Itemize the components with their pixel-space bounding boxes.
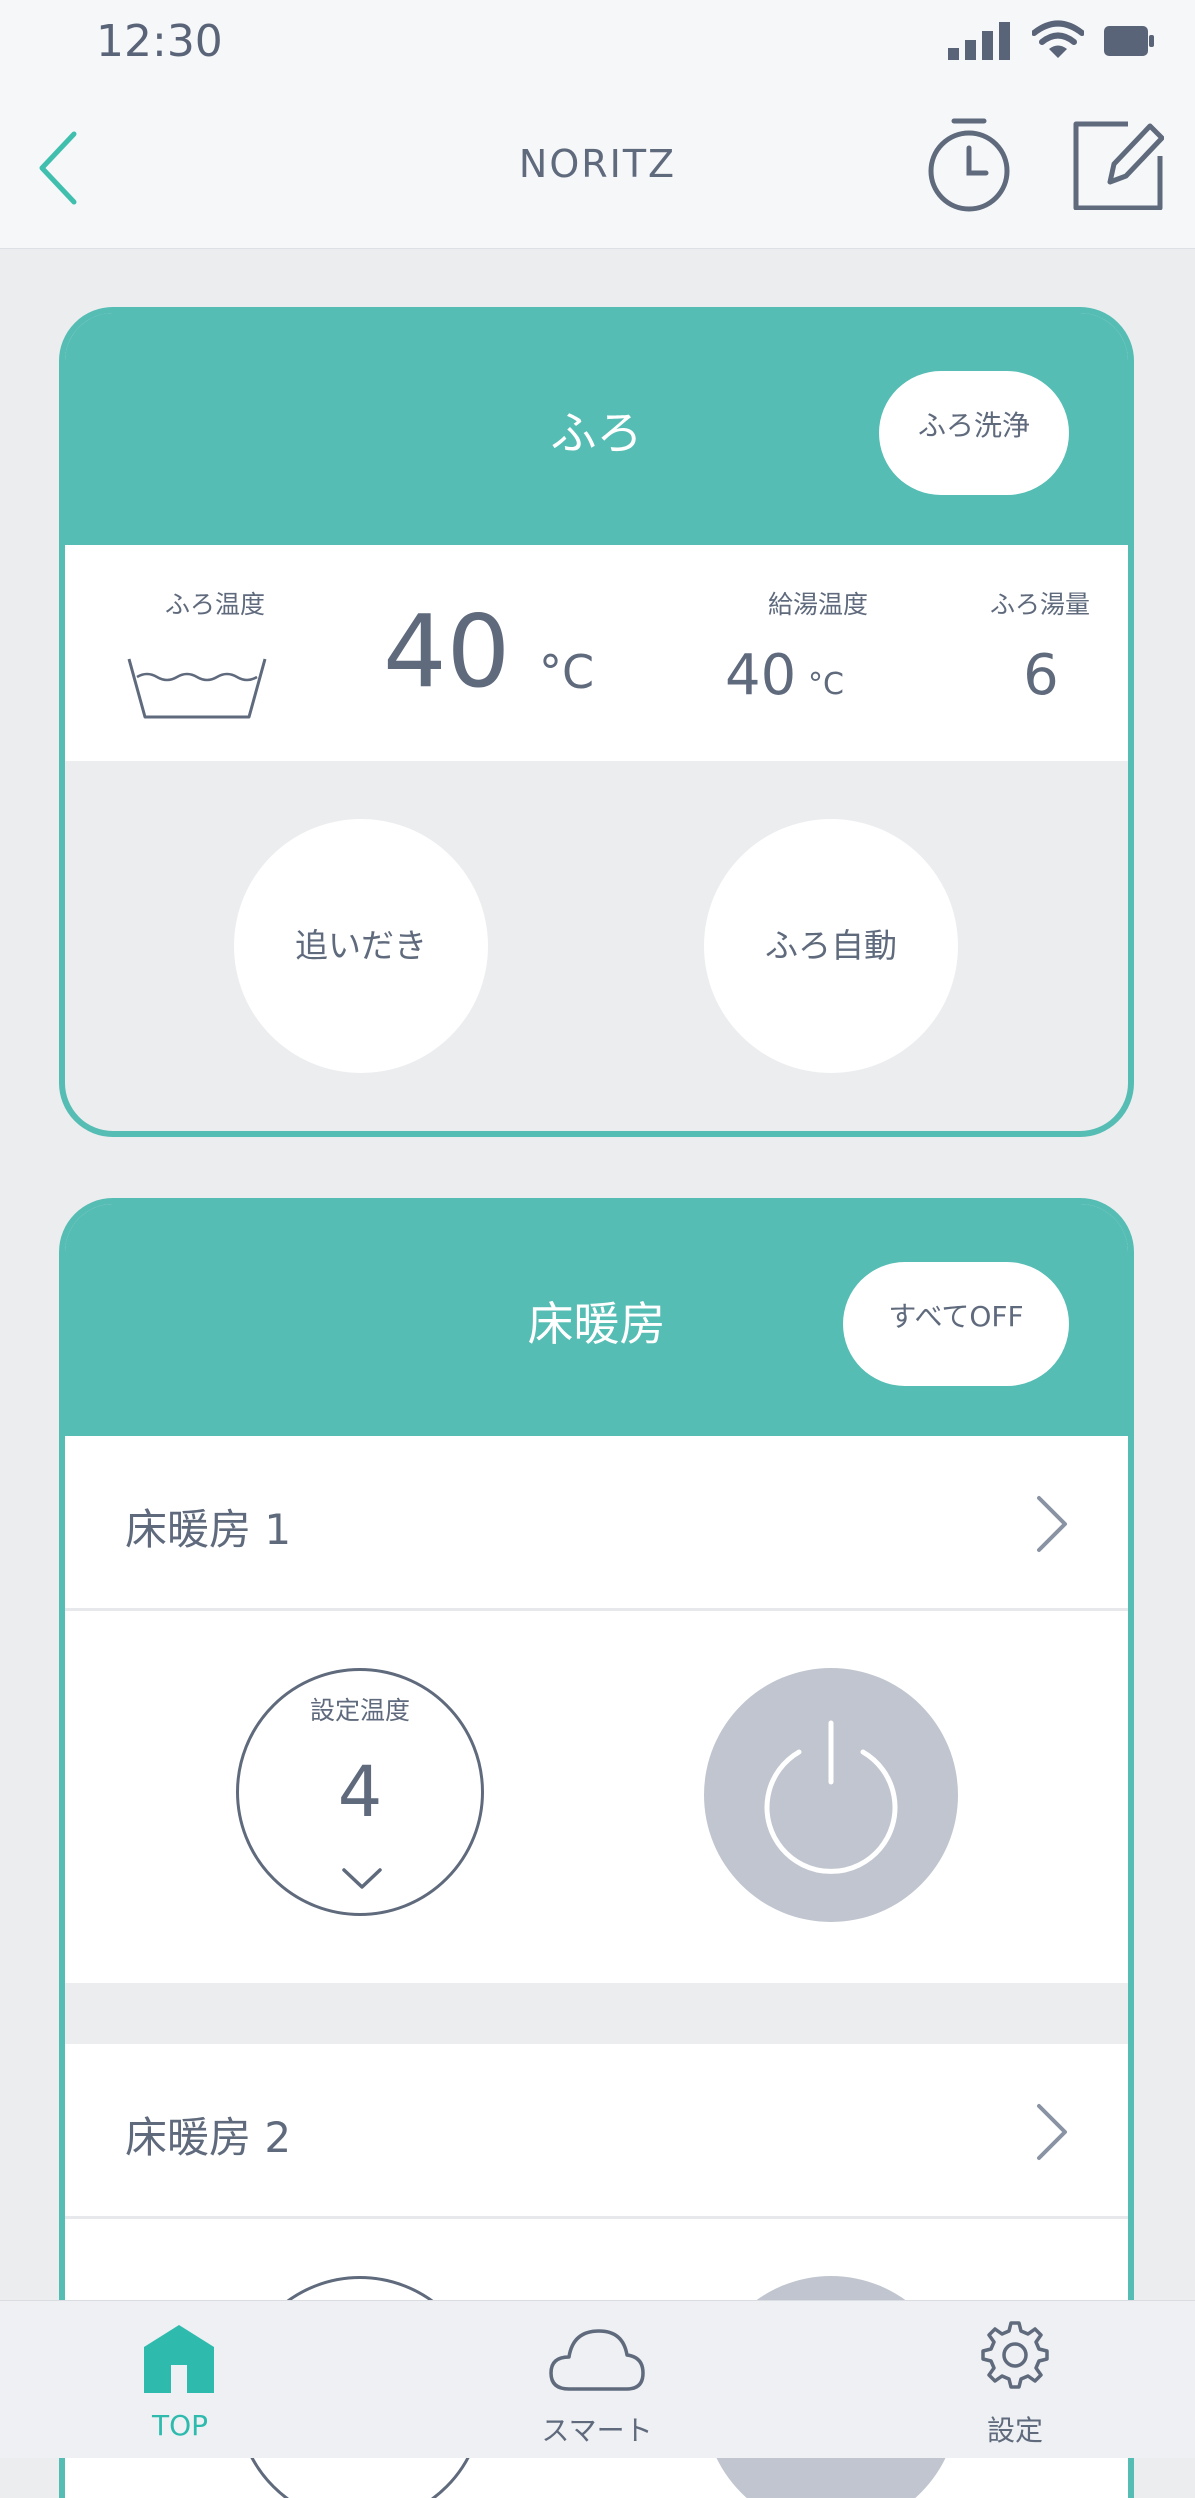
status-bar: 12:30 — [0, 0, 1195, 90]
zone-2-row[interactable]: 床暖房 2 — [65, 2044, 1128, 2216]
tab-settings[interactable]: 設定 — [915, 2301, 1115, 2458]
bath-temp-value: 40 — [383, 593, 511, 710]
edit-icon[interactable] — [1072, 116, 1164, 210]
bath-volume-label: ふろ湯量 — [989, 590, 1090, 619]
zone-1-controls: 設定温度 4 — [65, 1611, 1128, 1983]
bath-clean-button[interactable]: ふろ洗浄 — [879, 371, 1069, 495]
supply-temp-value: 40 — [725, 643, 797, 708]
zone-1-name: 床暖房 1 — [125, 1505, 292, 1554]
battery-icon — [1104, 26, 1154, 56]
nav-title: NORITZ — [518, 142, 677, 186]
bathtub-icon — [127, 658, 267, 719]
tab-top[interactable]: TOP — [80, 2301, 280, 2458]
bath-temp-label: ふろ温度 — [164, 590, 265, 619]
nav-bar: NORITZ — [0, 90, 1195, 249]
chevron-right-icon — [1037, 1496, 1067, 1552]
supply-temp-unit: °C — [808, 667, 844, 702]
tab-settings-label: 設定 — [986, 2414, 1043, 2447]
tab-smart[interactable]: スマート — [497, 2301, 697, 2458]
status-time: 12:30 — [96, 16, 223, 67]
bath-temperature-row: ふろ温度 40 °C 給湯温度 40 °C ふろ湯量 6 — [65, 545, 1128, 761]
wifi-icon — [1032, 20, 1084, 58]
bath-volume-value: 6 — [1023, 643, 1059, 708]
timer-icon[interactable] — [924, 116, 1014, 214]
gear-icon — [981, 2321, 1049, 2389]
bath-card: ふろ ふろ洗浄 ふろ温度 40 °C 給湯温度 40 °C ふろ湯量 6 追いだ… — [59, 307, 1134, 1137]
zone-1-set-temp-value: 4 — [337, 1751, 383, 1833]
chevron-right-icon — [1037, 2104, 1067, 2160]
tab-bar: TOP スマート 設定 — [0, 2300, 1195, 2458]
zone-2-name: 床暖房 2 — [125, 2113, 292, 2162]
supply-temp-label: 給湯温度 — [767, 590, 868, 619]
auto-bath-button[interactable]: ふろ自動 — [704, 819, 958, 1073]
zone-1-row[interactable]: 床暖房 1 — [65, 1436, 1128, 1608]
home-icon — [144, 2325, 214, 2393]
zone-1-power-button[interactable] — [704, 1668, 958, 1922]
bath-temp-unit: °C — [539, 645, 595, 699]
tab-smart-label: スマート — [541, 2414, 653, 2447]
tab-top-label: TOP — [151, 2409, 209, 2442]
chevron-down-icon — [342, 1868, 382, 1889]
signal-icon — [948, 22, 1010, 60]
floor-heating-card-header: 床暖房 すべてOFF — [65, 1204, 1128, 1436]
cloud-icon — [549, 2329, 645, 2391]
reheat-button[interactable]: 追いだき — [234, 819, 488, 1073]
zone-1-temp-dial[interactable]: 設定温度 4 — [236, 1668, 484, 1916]
bath-card-header: ふろ ふろ洗浄 — [65, 313, 1128, 545]
zone-1-set-temp-label: 設定温度 — [309, 1696, 410, 1725]
all-off-button[interactable]: すべてOFF — [843, 1262, 1069, 1386]
